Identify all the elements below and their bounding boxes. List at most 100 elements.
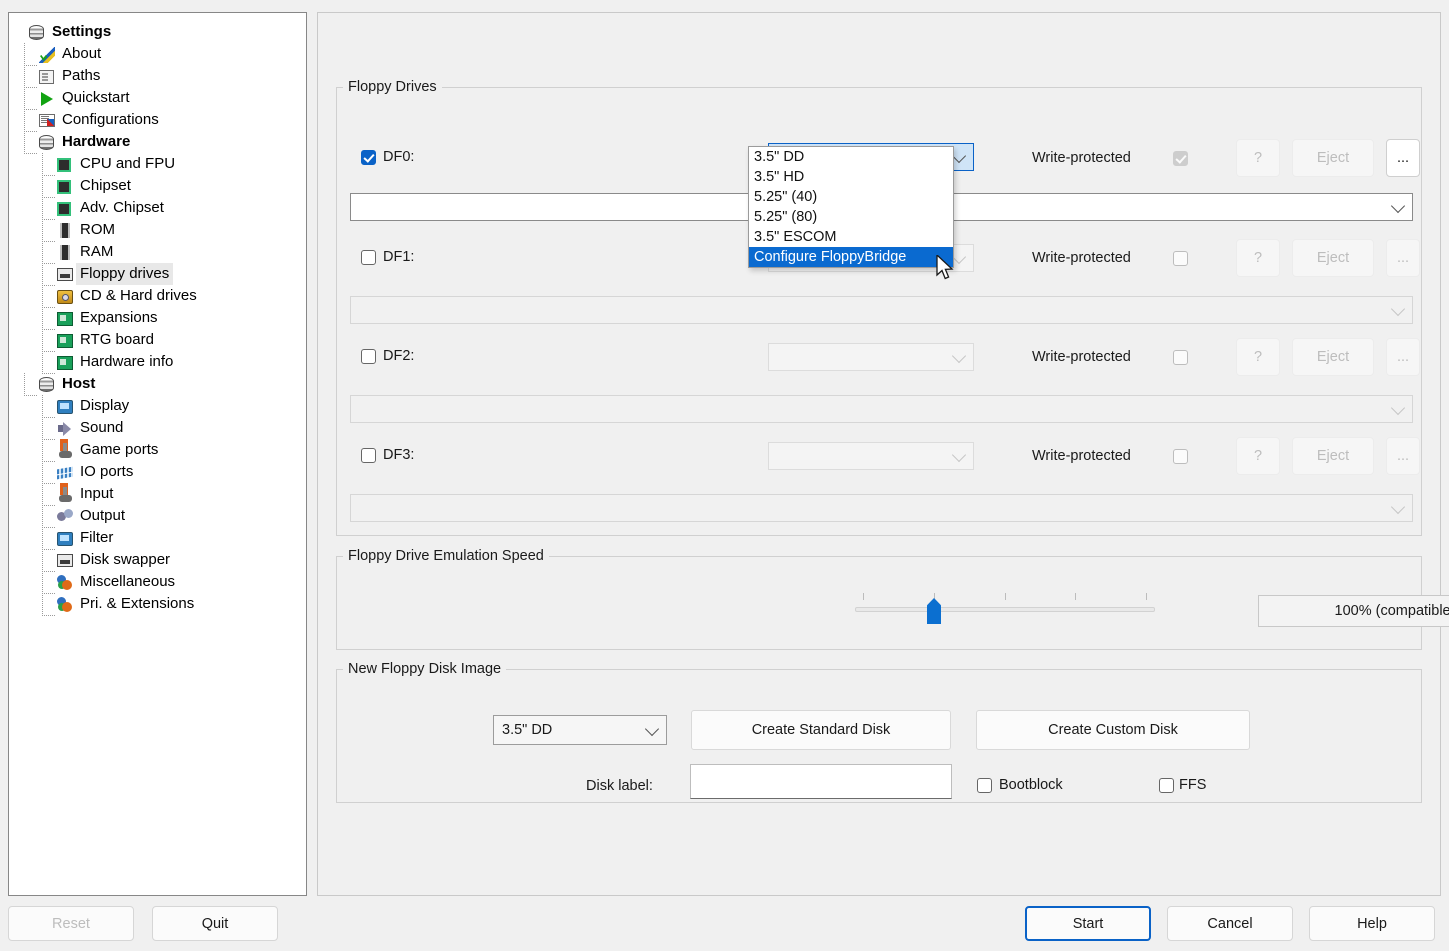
sidebar-item-cd-hard-drives[interactable]: CD & Hard drives	[9, 285, 306, 308]
sidebar-item-quickstart[interactable]: Quickstart	[9, 87, 306, 110]
joystick-icon-glyph	[57, 443, 73, 458]
sidebar-item-label: RAM	[80, 243, 114, 260]
df2-enable[interactable]: DF2:	[361, 348, 414, 364]
sidebar-item-label: Paths	[62, 67, 101, 84]
sidebar-item-pri-extensions[interactable]: Pri. & Extensions	[9, 593, 306, 616]
emulation-speed-legend: Floppy Drive Emulation Speed	[348, 548, 544, 564]
settings-tree[interactable]: Settings About Paths Quickstart Configuratio…	[9, 13, 306, 616]
sidebar-item-label: About	[62, 45, 102, 62]
df3-checkbox[interactable]	[361, 447, 376, 463]
df1-enable[interactable]: DF1:	[361, 249, 414, 265]
sidebar-item-hardware[interactable]: Hardware	[9, 131, 306, 154]
chip-icon-glyph	[57, 180, 71, 194]
sidebar-item-rom[interactable]: ROM	[9, 219, 306, 242]
sidebar-item-io-ports[interactable]: IO ports	[9, 461, 306, 484]
database-icon-glyph	[39, 377, 54, 392]
cd-icon	[57, 287, 75, 305]
sidebar-item-settings[interactable]: Settings	[9, 21, 306, 43]
floppy-icon	[57, 551, 75, 569]
sidebar-item-label: Settings	[52, 23, 112, 40]
pencil-check-icon	[39, 45, 57, 63]
df1-checkbox[interactable]	[361, 249, 376, 265]
sidebar-item-adv-chipset[interactable]: Adv. Chipset	[9, 197, 306, 220]
chevron-down-icon	[951, 348, 967, 364]
chip-icon	[57, 199, 75, 217]
df0-browse-button[interactable]: ...	[1386, 139, 1420, 177]
sidebar-item-miscellaneous[interactable]: Miscellaneous	[9, 571, 306, 594]
ffs-label: FFS	[1179, 777, 1207, 793]
sidebar-item-input[interactable]: Input	[9, 483, 306, 506]
database-icon	[29, 23, 47, 41]
create-custom-disk-button[interactable]: Create Custom Disk	[976, 710, 1250, 750]
sidebar-item-hardware-info[interactable]: Hardware info	[9, 351, 306, 374]
df3-write-protected-label: Write-protected	[1032, 448, 1131, 464]
sidebar-item-expansions[interactable]: Expansions	[9, 307, 306, 330]
dropdown-option[interactable]: 5.25" (40)	[749, 187, 953, 207]
sidebar-item-paths[interactable]: Paths	[9, 65, 306, 88]
df2-checkbox[interactable]	[361, 348, 376, 364]
quit-button[interactable]: Quit	[152, 906, 278, 941]
database-icon-glyph	[39, 135, 54, 150]
sidebar-item-label: Hardware	[62, 133, 131, 150]
floppy-type-dropdown-list[interactable]: 3.5" DD 3.5" HD 5.25" (40) 5.25" (80) 3.5" E…	[748, 146, 954, 268]
df1-path-combo	[350, 296, 1413, 324]
dropdown-option[interactable]: Configure FloppyBridge	[749, 247, 953, 267]
chip-icon	[57, 177, 75, 195]
df2-write-protected-checkbox	[1173, 350, 1188, 365]
io-ports-icon	[57, 463, 75, 481]
bootblock-option[interactable]: Bootblock	[977, 777, 1063, 793]
sidebar-item-display[interactable]: Display	[9, 395, 306, 418]
df3-enable[interactable]: DF3:	[361, 447, 414, 463]
sidebar-item-chipset[interactable]: Chipset	[9, 175, 306, 198]
monitor-icon-glyph	[57, 532, 73, 546]
sidebar-item-label: Input	[80, 485, 114, 502]
sidebar-item-label: Expansions	[80, 309, 158, 326]
sidebar-item-sound[interactable]: Sound	[9, 417, 306, 440]
sidebar-item-configurations[interactable]: Configurations	[9, 109, 306, 132]
tree-guide-line	[42, 593, 55, 616]
sidebar-item-label: Host	[62, 375, 96, 392]
monitor-icon	[57, 397, 75, 415]
dropdown-option[interactable]: 5.25" (80)	[749, 207, 953, 227]
sidebar-item-rtg-board[interactable]: RTG board	[9, 329, 306, 352]
tree-guide-line	[24, 373, 37, 396]
tree-guide-line	[42, 395, 55, 418]
disk-label-input[interactable]	[690, 764, 952, 799]
chevron-down-icon	[951, 249, 967, 265]
tree-guide-line	[42, 461, 55, 484]
emulation-speed-value: 100% (compatible)	[1258, 595, 1449, 627]
sidebar-item-ram[interactable]: RAM	[9, 241, 306, 264]
io-ports-icon-glyph	[57, 466, 73, 480]
sidebar-item-filter[interactable]: Filter	[9, 527, 306, 550]
help-button[interactable]: Help	[1309, 906, 1435, 941]
df0-checkbox[interactable]	[361, 149, 376, 165]
misc-icon	[57, 573, 75, 591]
expansion-card-icon	[57, 331, 75, 349]
sidebar-item-host[interactable]: Host	[9, 373, 306, 396]
bootblock-checkbox[interactable]	[977, 777, 992, 793]
expansion-card-icon	[57, 353, 75, 371]
ffs-option[interactable]: FFS	[1159, 777, 1206, 793]
create-standard-disk-button[interactable]: Create Standard Disk	[691, 710, 951, 750]
start-button[interactable]: Start	[1025, 906, 1151, 941]
cancel-button[interactable]: Cancel	[1167, 906, 1293, 941]
sidebar-item-cpu-and-fpu[interactable]: CPU and FPU	[9, 153, 306, 176]
dropdown-option[interactable]: 3.5" ESCOM	[749, 227, 953, 247]
settings-tree-panel[interactable]: Settings About Paths Quickstart Configuratio…	[8, 12, 307, 896]
dropdown-option[interactable]: 3.5" HD	[749, 167, 953, 187]
floppy-drives-page: Floppy Drives DF0: 3.5" DD Write-protect…	[317, 12, 1449, 896]
sidebar-item-floppy-drives[interactable]: Floppy drives	[9, 263, 306, 286]
sidebar-item-output[interactable]: Output	[9, 505, 306, 528]
new-disk-type-combo[interactable]: 3.5" DD	[493, 715, 667, 745]
reset-button: Reset	[8, 906, 134, 941]
sidebar-item-label: CPU and FPU	[80, 155, 176, 172]
emulation-speed-slider[interactable]	[855, 607, 1155, 612]
sidebar-item-about[interactable]: About	[9, 43, 306, 66]
expansion-card-icon-glyph	[57, 356, 73, 370]
ffs-checkbox[interactable]	[1159, 777, 1174, 793]
sidebar-item-game-ports[interactable]: Game ports	[9, 439, 306, 462]
df0-enable[interactable]: DF0:	[361, 149, 414, 165]
sidebar-item-disk-swapper[interactable]: Disk swapper	[9, 549, 306, 572]
dropdown-option[interactable]: 3.5" DD	[749, 147, 953, 167]
tree-guide-line	[42, 549, 55, 572]
